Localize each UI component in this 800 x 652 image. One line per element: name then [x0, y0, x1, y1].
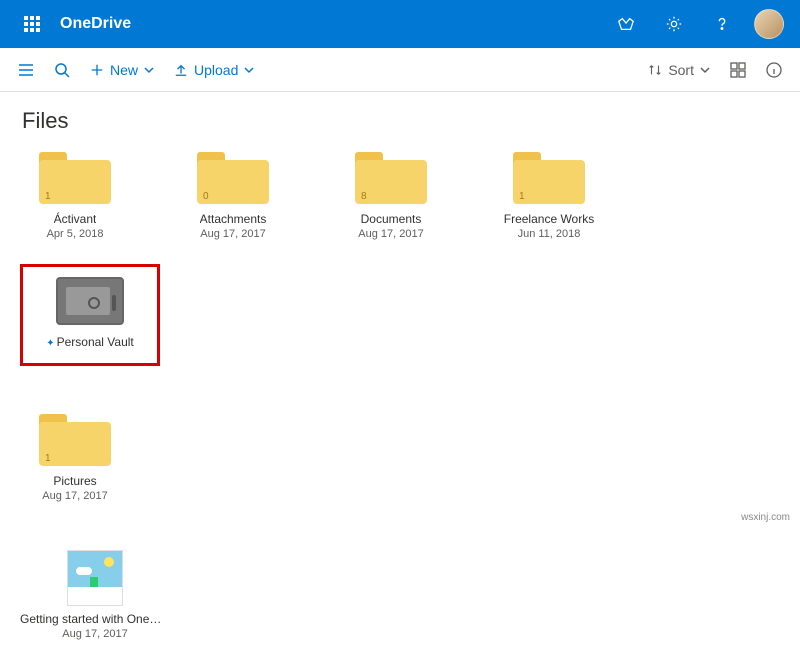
folder-tile[interactable]: 1 Pictures Aug 17, 2017: [20, 414, 130, 502]
folder-tile[interactable]: 8 Documents Aug 17, 2017: [336, 152, 446, 240]
view-tiles-button[interactable]: [720, 62, 756, 78]
file-thumbnail: [67, 550, 123, 606]
plus-icon: [90, 63, 104, 77]
new-button[interactable]: New: [80, 48, 164, 92]
info-button[interactable]: [756, 62, 792, 78]
tile-name: Freelance Works: [504, 212, 594, 226]
tile-name: ✦Personal Vault: [46, 335, 134, 349]
upload-button[interactable]: Upload: [164, 48, 264, 92]
hamburger-icon[interactable]: [8, 48, 44, 92]
folder-count: 8: [361, 191, 367, 202]
folder-tile[interactable]: 0 Attachments Aug 17, 2017: [178, 152, 288, 240]
tile-name: Attachments: [200, 212, 267, 226]
tile-name: Pictures: [53, 474, 96, 488]
app-launcher-icon[interactable]: [8, 0, 56, 48]
page-title: Files: [22, 108, 780, 134]
sort-icon: [648, 63, 662, 77]
suite-header: OneDrive: [0, 0, 800, 48]
sort-button-label: Sort: [668, 62, 694, 78]
tile-name: Getting started with OneD…: [20, 612, 170, 626]
tile-name: Áctivant: [54, 212, 97, 226]
folder-icon: 1: [39, 414, 111, 466]
tile-date: Aug 17, 2017: [62, 628, 127, 640]
watermark: wsxinj.com: [741, 512, 790, 523]
tile-date: Apr 5, 2018: [47, 228, 104, 240]
search-icon[interactable]: [44, 48, 80, 92]
account-avatar[interactable]: [754, 9, 784, 39]
tile-date: Aug 17, 2017: [358, 228, 423, 240]
upload-button-label: Upload: [194, 62, 238, 78]
tile-name: Documents: [361, 212, 422, 226]
upload-icon: [174, 63, 188, 77]
folder-count: 0: [203, 191, 209, 202]
sort-button[interactable]: Sort: [638, 62, 720, 78]
sparkle-icon: ✦: [46, 338, 54, 349]
chevron-down-icon: [244, 65, 254, 75]
folder-tile[interactable]: 1 Freelance Works Jun 11, 2018: [494, 152, 604, 240]
personal-vault-tile[interactable]: ✦Personal Vault: [20, 264, 160, 366]
help-icon[interactable]: [698, 0, 746, 48]
premium-icon[interactable]: [602, 0, 650, 48]
folder-icon: 0: [197, 152, 269, 204]
file-tile[interactable]: Getting started with OneD… Aug 17, 2017: [20, 550, 170, 640]
chevron-down-icon: [700, 65, 710, 75]
vault-icon: [56, 277, 124, 325]
tile-date: Aug 17, 2017: [200, 228, 265, 240]
folder-icon: 1: [513, 152, 585, 204]
tile-date: Aug 17, 2017: [42, 490, 107, 502]
tile-date: Jun 11, 2018: [518, 228, 581, 240]
file-grid: 1 Áctivant Apr 5, 2018 0 Attachments Aug…: [20, 152, 780, 640]
folder-tile[interactable]: 1 Áctivant Apr 5, 2018: [20, 152, 130, 240]
content-area: Files 1 Áctivant Apr 5, 2018 0 Attachmen…: [0, 92, 800, 652]
chevron-down-icon: [144, 65, 154, 75]
folder-count: 1: [45, 453, 51, 464]
folder-icon: 1: [39, 152, 111, 204]
folder-count: 1: [45, 191, 51, 202]
new-button-label: New: [110, 62, 138, 78]
brand-label[interactable]: OneDrive: [56, 15, 131, 33]
settings-gear-icon[interactable]: [650, 0, 698, 48]
command-bar: New Upload Sort: [0, 48, 800, 92]
folder-count: 1: [519, 191, 525, 202]
folder-icon: 8: [355, 152, 427, 204]
